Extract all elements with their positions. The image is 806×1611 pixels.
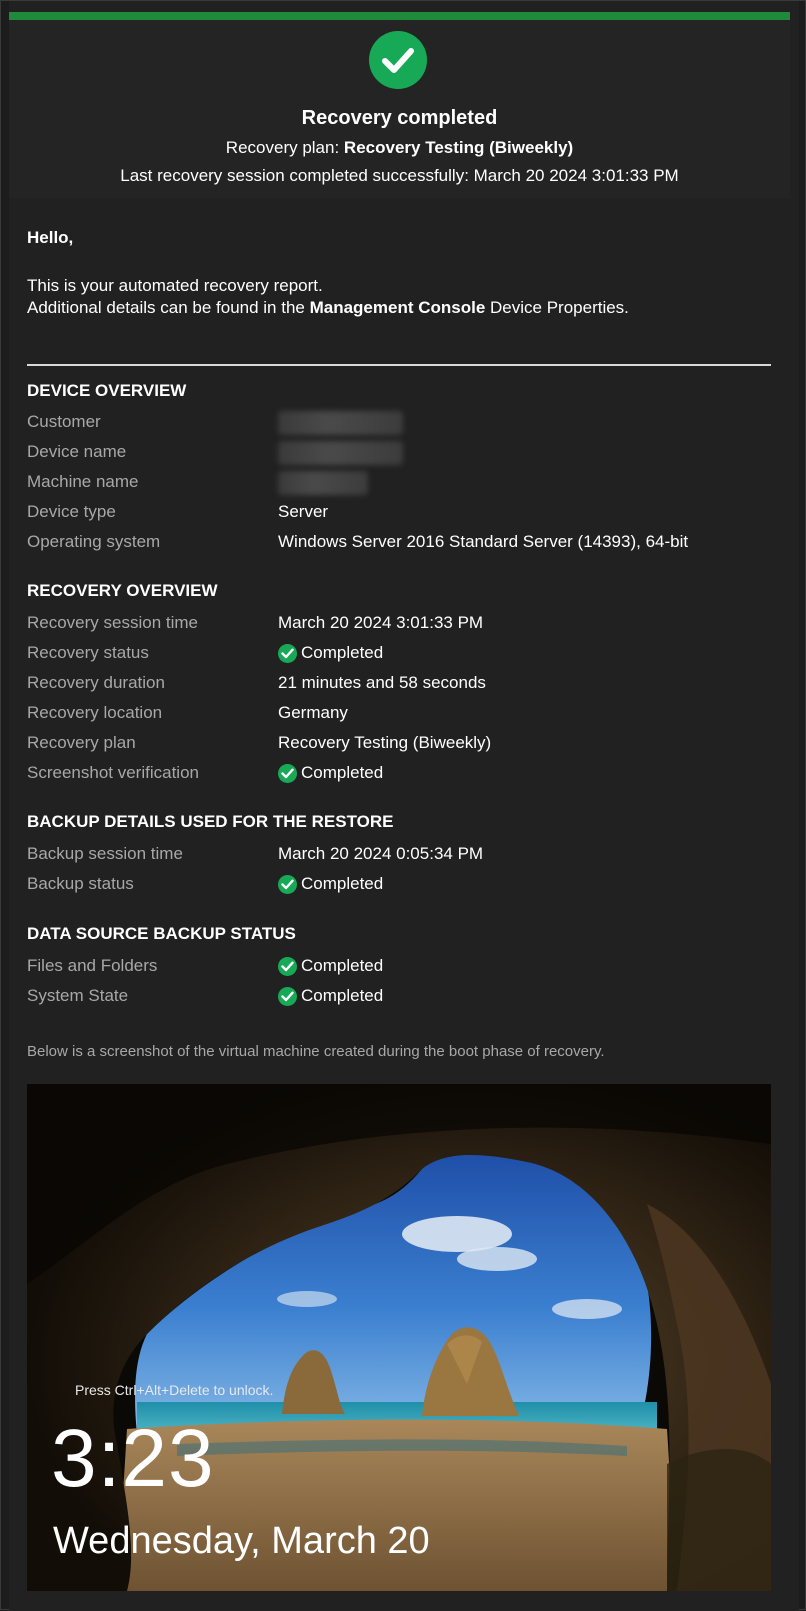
intro-line-1: This is your automated recovery report.: [27, 276, 323, 295]
report-title: Recovery completed: [301, 107, 498, 129]
device-name-value-redacted: [278, 441, 403, 465]
lock-screen-wallpaper: [27, 1084, 771, 1591]
device-name-label: Device name: [27, 442, 127, 461]
device-type-label: Device type: [27, 502, 116, 521]
screenshot-verification-text: Completed: [301, 763, 384, 782]
os-row: Operating system Windows Server 2016 Sta…: [27, 529, 771, 555]
recovery-plan-row: Recovery plan Recovery Testing (Biweekly…: [27, 730, 771, 756]
recovery-status-text: Completed: [301, 643, 384, 662]
device-type-row: Device type Server: [27, 499, 771, 525]
backup-status-label: Backup status: [27, 874, 134, 893]
intro-line-2: Additional details can be found in the M…: [27, 298, 629, 318]
backup-session-time-value: March 20 2024 0:05:34 PM: [278, 844, 484, 863]
recovery-overview-heading: RECOVERY OVERVIEW: [27, 581, 218, 600]
system-state-label: System State: [27, 986, 129, 1005]
os-label: Operating system: [27, 532, 161, 551]
recovery-status-row: Recovery status Completed: [27, 640, 771, 666]
device-type-value: Server: [278, 502, 329, 521]
management-console-link[interactable]: Management Console: [310, 298, 486, 317]
screenshot-verification-label: Screenshot verification: [27, 763, 199, 782]
machine-name-label: Machine name: [27, 472, 139, 491]
files-folders-text: Completed: [301, 956, 384, 975]
recovery-location-label: Recovery location: [27, 703, 163, 722]
machine-name-row: Machine name: [27, 469, 771, 495]
success-check-icon: [369, 31, 427, 89]
unlock-hint: Press Ctrl+Alt+Delete to unlock.: [75, 1382, 274, 1398]
recovery-plan-label: Recovery plan: [27, 733, 136, 752]
backup-status-value: Completed: [278, 871, 383, 897]
system-state-row: System State Completed: [27, 983, 771, 1009]
plan-name: Recovery Testing (Biweekly): [343, 138, 574, 157]
backup-status-row: Backup status Completed: [27, 871, 771, 897]
report-header: Recovery completed Recovery plan: Recove…: [9, 20, 790, 198]
recovery-status-label: Recovery status: [27, 643, 149, 662]
screenshot-caption: Below is a screenshot of the virtual mac…: [27, 1043, 605, 1060]
report-panel: Recovery completed Recovery plan: Recove…: [9, 1, 799, 1611]
check-icon: [278, 763, 297, 783]
files-folders-value: Completed: [278, 953, 383, 979]
customer-label: Customer: [27, 412, 101, 431]
system-state-value: Completed: [278, 983, 383, 1009]
device-overview-heading: DEVICE OVERVIEW: [27, 381, 187, 400]
recovery-session-time-label: Recovery session time: [27, 613, 199, 632]
backup-session-time-row: Backup session time March 20 2024 0:05:3…: [27, 841, 771, 867]
recovery-duration-row: Recovery duration 21 minutes and 58 seco…: [27, 670, 771, 696]
recovery-status-value: Completed: [278, 640, 383, 666]
recovery-session-time-row: Recovery session time March 20 2024 3:01…: [27, 610, 771, 636]
intro-prefix: Additional details can be found in the: [27, 298, 310, 317]
backup-status-text: Completed: [301, 874, 384, 893]
lock-screen-time: 3:23: [51, 1413, 215, 1504]
device-name-row: Device name: [27, 439, 771, 465]
check-icon: [278, 643, 297, 663]
backup-session-time-label: Backup session time: [27, 844, 183, 863]
recovery-location-value: Germany: [278, 703, 348, 722]
customer-value-redacted: [278, 411, 403, 435]
system-state-text: Completed: [301, 986, 384, 1005]
intro-suffix: Device Properties.: [485, 298, 629, 317]
customer-row: Customer: [27, 409, 771, 435]
recovery-session-time-value: March 20 2024 3:01:33 PM: [278, 613, 484, 632]
recovery-plan-value: Recovery Testing (Biweekly): [278, 733, 492, 752]
email-frame: Recovery completed Recovery plan: Recove…: [0, 0, 806, 1611]
section-divider: [27, 364, 771, 366]
lock-screen-date: Wednesday, March 20: [53, 1520, 430, 1562]
screenshot-verification-value: Completed: [278, 760, 383, 786]
check-icon: [278, 956, 297, 976]
files-folders-label: Files and Folders: [27, 956, 158, 975]
machine-name-value-redacted: [278, 471, 368, 495]
os-value: Windows Server 2016 Standard Server (143…: [278, 532, 689, 551]
recovery-duration-label: Recovery duration: [27, 673, 165, 692]
check-icon: [278, 986, 297, 1006]
recovery-location-row: Recovery location Germany: [27, 700, 771, 726]
files-folders-row: Files and Folders Completed: [27, 953, 771, 979]
check-icon: [278, 874, 297, 894]
data-source-heading: DATA SOURCE BACKUP STATUS: [27, 924, 296, 943]
status-accent-bar: [9, 12, 790, 20]
recovery-duration-value: 21 minutes and 58 seconds: [278, 673, 486, 692]
screenshot-verification-row: Screenshot verification Completed: [27, 760, 771, 786]
vm-lock-screen-screenshot: Press Ctrl+Alt+Delete to unlock. 3:23 We…: [27, 1084, 771, 1591]
plan-prefix: Recovery plan:: [225, 138, 344, 157]
greeting: Hello,: [27, 228, 74, 247]
last-session-text: Last recovery session completed successf…: [120, 166, 679, 185]
backup-details-heading: BACKUP DETAILS USED FOR THE RESTORE: [27, 812, 394, 831]
header-recovery-plan: Recovery plan: Recovery Testing (Biweekl…: [9, 137, 790, 159]
